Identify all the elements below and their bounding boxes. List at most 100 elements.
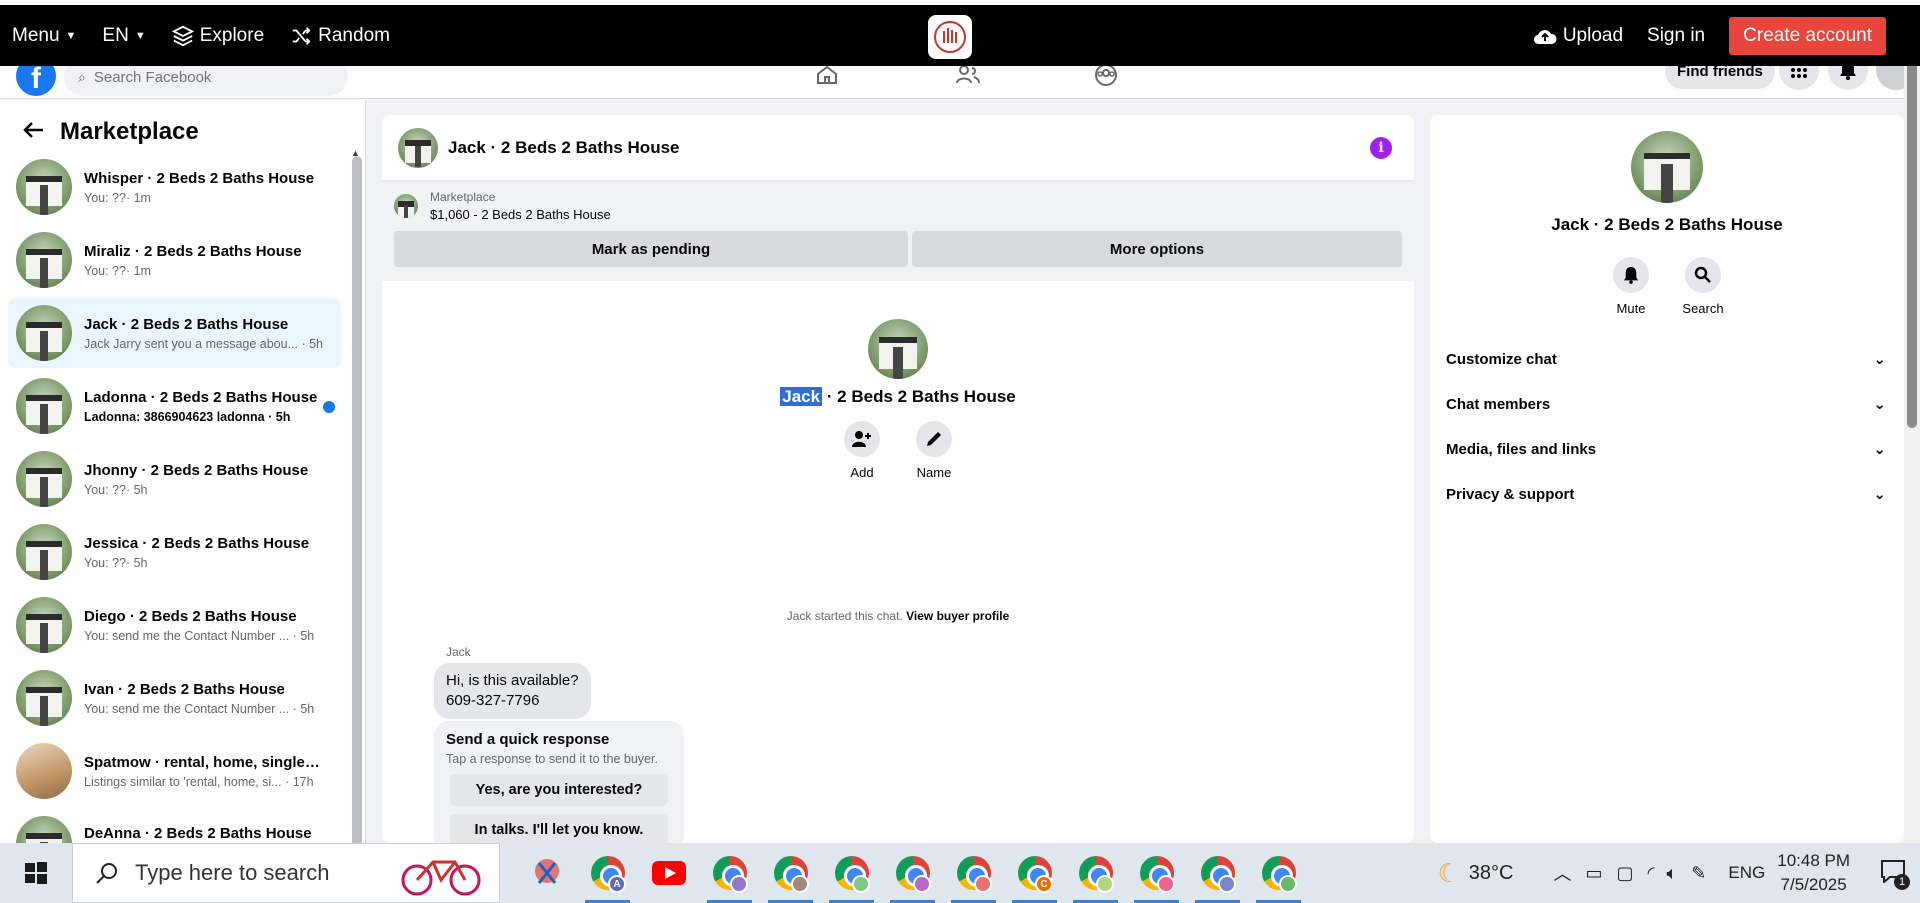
quick-response-in-talks-button[interactable]: In talks. I'll let you know. [450, 814, 668, 843]
friends-icon[interactable] [955, 64, 981, 89]
conversation-item[interactable]: Miraliz · 2 Beds 2 Baths House You: ??· 1… [8, 225, 341, 295]
profile-avatar[interactable] [868, 319, 928, 379]
search-icon: ⌕ [78, 68, 86, 85]
quick-response-yes-button[interactable]: Yes, are you interested? [450, 774, 668, 806]
bell-icon [1623, 267, 1639, 284]
details-name: Jack · 2 Beds 2 Baths House [1551, 215, 1783, 234]
listing-thumbnail [16, 670, 72, 726]
search-icon [1694, 266, 1711, 283]
chevron-down-icon: ⌄ [1873, 351, 1886, 368]
notification-center-icon[interactable]: 1 [1880, 859, 1910, 890]
listing-price[interactable]: $1,060 - 2 Beds 2 Baths House [430, 207, 611, 222]
notification-count: 1 [1894, 873, 1910, 890]
conversation-item[interactable]: DeAnna · 2 Beds 2 Baths House [8, 809, 341, 843]
edit-name-button[interactable]: Name [916, 421, 952, 480]
pen-icon[interactable]: ✎ [1691, 863, 1706, 884]
listing-thumbnail [16, 743, 72, 799]
listing-thumbnail [16, 524, 72, 580]
windows-start-icon[interactable] [0, 843, 72, 903]
listing-thumbnail [16, 305, 72, 361]
mute-button[interactable]: Mute [1613, 257, 1649, 316]
chevron-down-icon: ⌄ [1873, 396, 1886, 413]
back-arrow-icon[interactable] [22, 121, 44, 144]
explore-link[interactable]: Explore [171, 25, 264, 47]
taskbar-chrome-profile-icon[interactable] [1248, 843, 1309, 903]
home-icon[interactable] [815, 64, 839, 89]
random-link[interactable]: Random [290, 25, 390, 47]
listing-thumbnail [16, 159, 72, 215]
facebook-header: f ⌕ Find friends [0, 50, 1920, 99]
clock[interactable]: 10:48 PM 7/5/2025 [1777, 849, 1850, 897]
taskbar-chrome-profile-icon[interactable] [821, 843, 882, 903]
chevron-up-icon[interactable]: ︿ [1553, 860, 1571, 886]
customize-chat-section[interactable]: Customize chat ⌄ [1446, 350, 1886, 369]
weather-moon-icon[interactable]: ☾ [1437, 858, 1460, 889]
details-avatar[interactable] [1631, 131, 1703, 203]
search-in-chat-button[interactable]: Search [1682, 257, 1724, 316]
conversation-item[interactable]: Ladonna · 2 Beds 2 Baths House Ladonna: 3… [8, 371, 341, 441]
page-scrollbar-thumb[interactable] [1907, 48, 1917, 428]
taskbar-chrome-profile-icon[interactable] [882, 843, 943, 903]
taskbar-search-box[interactable]: Type here to search [72, 843, 500, 903]
taskbar-chrome-profile-icon[interactable] [699, 843, 760, 903]
language-dropdown[interactable]: EN ▼ [102, 25, 145, 47]
chat-members-section[interactable]: Chat members ⌄ [1446, 395, 1886, 414]
conversation-item[interactable]: Ivan · 2 Beds 2 Baths House You: send me … [8, 663, 341, 733]
wifi-icon[interactable]: ◜ [1648, 863, 1655, 884]
taskbar-chrome-profile-icon[interactable] [760, 843, 821, 903]
taskbar-chrome-profile-icon[interactable] [1187, 843, 1248, 903]
volume-icon[interactable]: 🔈︎ [1666, 863, 1677, 884]
conversation-item[interactable]: Jhonny · 2 Beds 2 Baths House You: ??· 5h [8, 444, 341, 514]
chat-panel: Jack · 2 Beds 2 Baths House i Marketplac… [382, 115, 1414, 843]
view-buyer-profile-link[interactable]: View buyer profile [906, 609, 1009, 623]
listing-thumbnail [16, 232, 72, 288]
input-language[interactable]: ENG [1728, 863, 1765, 883]
search-icon [96, 863, 117, 884]
taskbar-chrome-c-icon[interactable]: C [1004, 843, 1065, 903]
chevron-down-icon: ⌄ [1873, 441, 1886, 458]
snipping-tool-icon[interactable] [516, 843, 577, 903]
media-files-links-section[interactable]: Media, files and links ⌄ [1446, 440, 1886, 459]
menu-dropdown[interactable]: Menu ▼ [12, 25, 76, 47]
add-person-button[interactable]: Add [844, 421, 880, 480]
listing-thumbnail [16, 378, 72, 434]
privacy-support-section[interactable]: Privacy & support ⌄ [1446, 485, 1886, 504]
conversation-item[interactable]: Spatmow · rental, home, single f... Listi… [8, 736, 341, 806]
battery-icon[interactable]: ▭ [1585, 863, 1602, 884]
taskbar-chrome-profile-icon[interactable] [943, 843, 1004, 903]
groups-icon[interactable] [1094, 64, 1118, 91]
sidebar-scrollbar[interactable] [352, 156, 362, 843]
chat-avatar[interactable] [398, 127, 438, 168]
taskbar-chrome-profile-icon[interactable] [1065, 843, 1126, 903]
taskbar-youtube-icon[interactable] [638, 843, 699, 903]
windows-taskbar: Type here to search A C ☾ 38°C ︿ ▭ ▢ ◜ 🔈… [0, 843, 1920, 903]
logo-icon [934, 21, 966, 53]
create-account-button[interactable]: Create account [1729, 17, 1886, 55]
system-tray: ☾ 38°C ︿ ▭ ▢ ◜ 🔈︎ ✎ ENG 10:48 PM 7/5/202… [1437, 843, 1920, 903]
chat-started-notice: Jack started this chat. View buyer profi… [786, 609, 1010, 623]
marketplace-title: Marketplace [60, 118, 199, 145]
taskbar-chrome-profile-icon[interactable] [1126, 843, 1187, 903]
top-overlay-bar: Menu ▼ EN ▼ Explore Random Upload Sign in … [0, 0, 1920, 66]
message-bubble[interactable]: Hi, is this available? 609-327-7796 [434, 663, 591, 719]
conversation-item[interactable]: Jessica · 2 Beds 2 Baths House You: ??· 5… [8, 517, 341, 587]
taskbar-chrome-a-icon[interactable]: A [577, 843, 638, 903]
site-logo[interactable] [928, 15, 972, 59]
meet-now-icon[interactable]: ▢ [1616, 863, 1633, 884]
temperature[interactable]: 38°C [1469, 862, 1514, 885]
more-options-button[interactable]: More options [912, 231, 1402, 267]
listing-thumbnail [16, 451, 72, 507]
chat-title: Jack · 2 Beds 2 Baths House [448, 137, 680, 157]
mark-as-pending-button[interactable]: Mark as pending [394, 231, 908, 267]
page-scrollbar[interactable] [1904, 30, 1920, 843]
conversation-item[interactable]: Diego · 2 Beds 2 Baths House You: send me… [8, 590, 341, 660]
upload-link[interactable]: Upload [1533, 25, 1623, 47]
profile-name: Jack · 2 Beds 2 Baths House [780, 387, 1016, 406]
search-input[interactable] [93, 68, 314, 86]
sign-in-link[interactable]: Sign in [1647, 25, 1705, 47]
conversation-item-active[interactable]: Jack · 2 Beds 2 Baths House Jack Jarry se… [8, 298, 341, 368]
caret-down-icon: ▼ [65, 29, 77, 42]
info-icon[interactable]: i [1370, 137, 1392, 159]
listing-thumbnail [16, 816, 72, 843]
conversation-item[interactable]: Whisper · 2 Beds 2 Baths House You: ??· 1… [8, 152, 341, 222]
